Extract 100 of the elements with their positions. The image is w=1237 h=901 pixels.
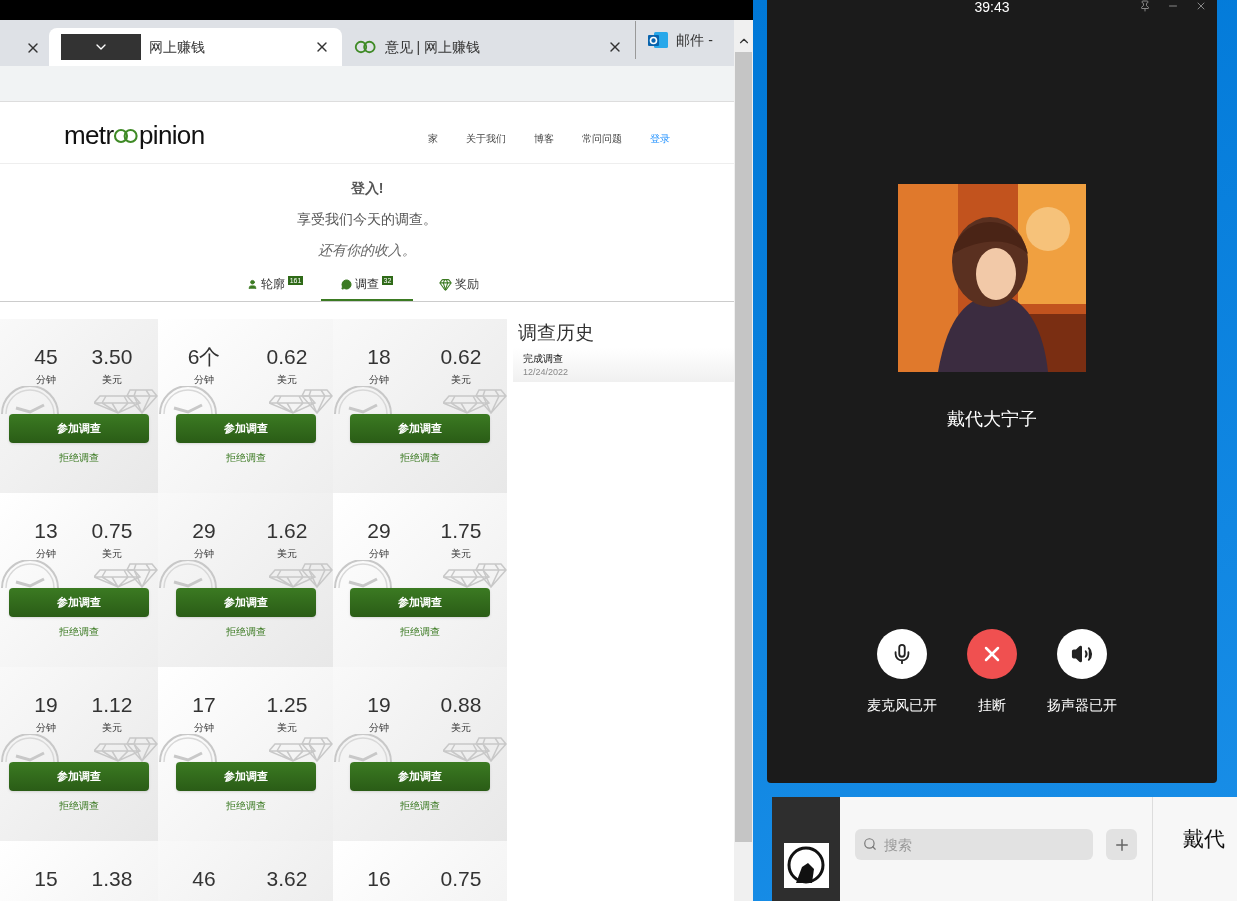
- minutes-value: 29: [192, 519, 216, 543]
- join-survey-button[interactable]: 参加调查: [9, 762, 149, 791]
- browser-tab[interactable]: 网上赚钱: [49, 28, 343, 66]
- tab-title: 意见 | 网上赚钱: [384, 37, 482, 57]
- diamonds-icon: [443, 386, 507, 414]
- caller-name: 戴代大宁子: [947, 408, 1037, 431]
- minutes-label: 分钟: [36, 721, 56, 735]
- join-survey-button[interactable]: 参加调查: [9, 588, 149, 617]
- minutes-value: 19: [34, 693, 58, 717]
- diamonds-icon: [269, 734, 333, 762]
- control-label: 扬声器已开: [1047, 696, 1117, 715]
- control-label: 挂断: [978, 696, 1006, 715]
- join-survey-button[interactable]: 参加调查: [350, 414, 490, 443]
- mic-button[interactable]: [877, 629, 927, 679]
- join-survey-button[interactable]: 参加调查: [350, 588, 490, 617]
- hang-up-button[interactable]: [967, 629, 1017, 679]
- history-title: 调查历史: [517, 321, 595, 345]
- price-value: 0.75: [91, 519, 133, 543]
- scrollbar[interactable]: [734, 20, 753, 901]
- clock-icon: [158, 560, 218, 588]
- diamonds-icon: [94, 734, 158, 762]
- nav-link[interactable]: 登录: [650, 131, 670, 146]
- diamonds-icon: [269, 386, 333, 414]
- price-label: 美元: [451, 721, 471, 735]
- nav-link[interactable]: 博客: [534, 131, 554, 146]
- minutes-label: 分钟: [194, 721, 214, 735]
- clock-icon: [0, 386, 60, 414]
- price-label: 美元: [277, 547, 297, 561]
- user-icon: [246, 278, 258, 290]
- price-value: 0.88: [440, 693, 482, 717]
- nav-link[interactable]: 常问问题: [582, 131, 622, 146]
- hero-tagline: 还有你的收入。: [318, 241, 416, 260]
- minutes-value: 18: [367, 345, 391, 369]
- price-label: 美元: [102, 721, 122, 735]
- decline-survey-link[interactable]: 拒绝调查: [59, 450, 99, 465]
- mail-app-icon: [648, 31, 669, 49]
- decline-survey-link[interactable]: 拒绝调查: [59, 624, 99, 639]
- pin-icon[interactable]: [1139, 0, 1151, 12]
- minutes-value: 13: [34, 519, 58, 543]
- decline-survey-link[interactable]: 拒绝调查: [400, 798, 440, 813]
- price-label: 美元: [277, 721, 297, 735]
- add-button[interactable]: [1106, 829, 1137, 860]
- decline-survey-link[interactable]: 拒绝调查: [400, 450, 440, 465]
- tab-label: 轮廓: [260, 276, 285, 293]
- decline-survey-link[interactable]: 拒绝调查: [225, 624, 266, 639]
- minutes-value: 46: [192, 867, 216, 891]
- decline-survey-link[interactable]: 拒绝调查: [225, 798, 266, 813]
- join-survey-button[interactable]: 参加调查: [175, 414, 316, 443]
- join-survey-button[interactable]: 参加调查: [175, 588, 316, 617]
- search-field[interactable]: 搜索: [855, 829, 1093, 860]
- decline-survey-link[interactable]: 拒绝调查: [225, 450, 266, 465]
- clock-icon: [333, 386, 393, 414]
- price-value: 0.62: [266, 345, 308, 369]
- price-value: 3.62: [266, 867, 308, 891]
- gem-icon: [439, 277, 452, 291]
- nav-link[interactable]: 家: [428, 131, 438, 146]
- tab-title: 邮件 -: [676, 30, 714, 50]
- clock-icon: [158, 386, 218, 414]
- minutes-value: 16: [367, 867, 391, 891]
- nav-link[interactable]: 关于我们: [466, 131, 506, 146]
- join-survey-button[interactable]: 参加调查: [9, 414, 149, 443]
- history-date: 12/24/2022: [523, 365, 570, 379]
- price-value: 1.38: [91, 867, 133, 891]
- section-tab[interactable]: 奖励: [413, 269, 505, 301]
- price-label: 美元: [102, 373, 122, 387]
- control-label: 麦克风已开: [867, 696, 937, 715]
- tab-label: 调查: [354, 276, 379, 293]
- price-label: 美元: [277, 373, 297, 387]
- minutes-label: 分钟: [369, 373, 389, 387]
- clock-icon: [158, 734, 218, 762]
- decline-survey-link[interactable]: 拒绝调查: [400, 624, 440, 639]
- search-icon: [863, 837, 877, 851]
- decline-survey-link[interactable]: 拒绝调查: [59, 798, 99, 813]
- clock-icon: [333, 734, 393, 762]
- join-survey-button[interactable]: 参加调查: [175, 762, 316, 791]
- logo-rings-icon: [113, 127, 139, 144]
- history-label: 完成调查: [523, 351, 564, 366]
- minutes-value: 15: [34, 867, 58, 891]
- minutes-value: 45: [34, 345, 58, 369]
- diamonds-icon: [94, 560, 158, 588]
- minutes-label: 分钟: [194, 373, 214, 387]
- minutes-value: 17: [192, 693, 216, 717]
- tab-title: 网上赚钱: [149, 37, 207, 57]
- tab-search-overlay[interactable]: [61, 34, 142, 60]
- diamonds-icon: [443, 734, 507, 762]
- speaker-button[interactable]: [1057, 629, 1107, 679]
- scrollbar-thumb[interactable]: [735, 52, 752, 842]
- minutes-label: 分钟: [369, 547, 389, 561]
- diamonds-icon: [269, 560, 333, 588]
- minutes-label: 分钟: [36, 373, 56, 387]
- clock-icon: [0, 560, 60, 588]
- minutes-value: 19: [367, 693, 391, 717]
- join-survey-button[interactable]: 参加调查: [350, 762, 490, 791]
- logo-text: metr: [64, 119, 114, 152]
- price-value: 3.50: [91, 345, 133, 369]
- tab-label: 奖励: [455, 276, 479, 293]
- price-value: 0.75: [440, 867, 482, 891]
- browser-tab[interactable]: 意见 | 网上赚钱: [342, 28, 636, 66]
- chat-icon: [340, 278, 352, 290]
- minutes-label: 分钟: [36, 547, 56, 561]
